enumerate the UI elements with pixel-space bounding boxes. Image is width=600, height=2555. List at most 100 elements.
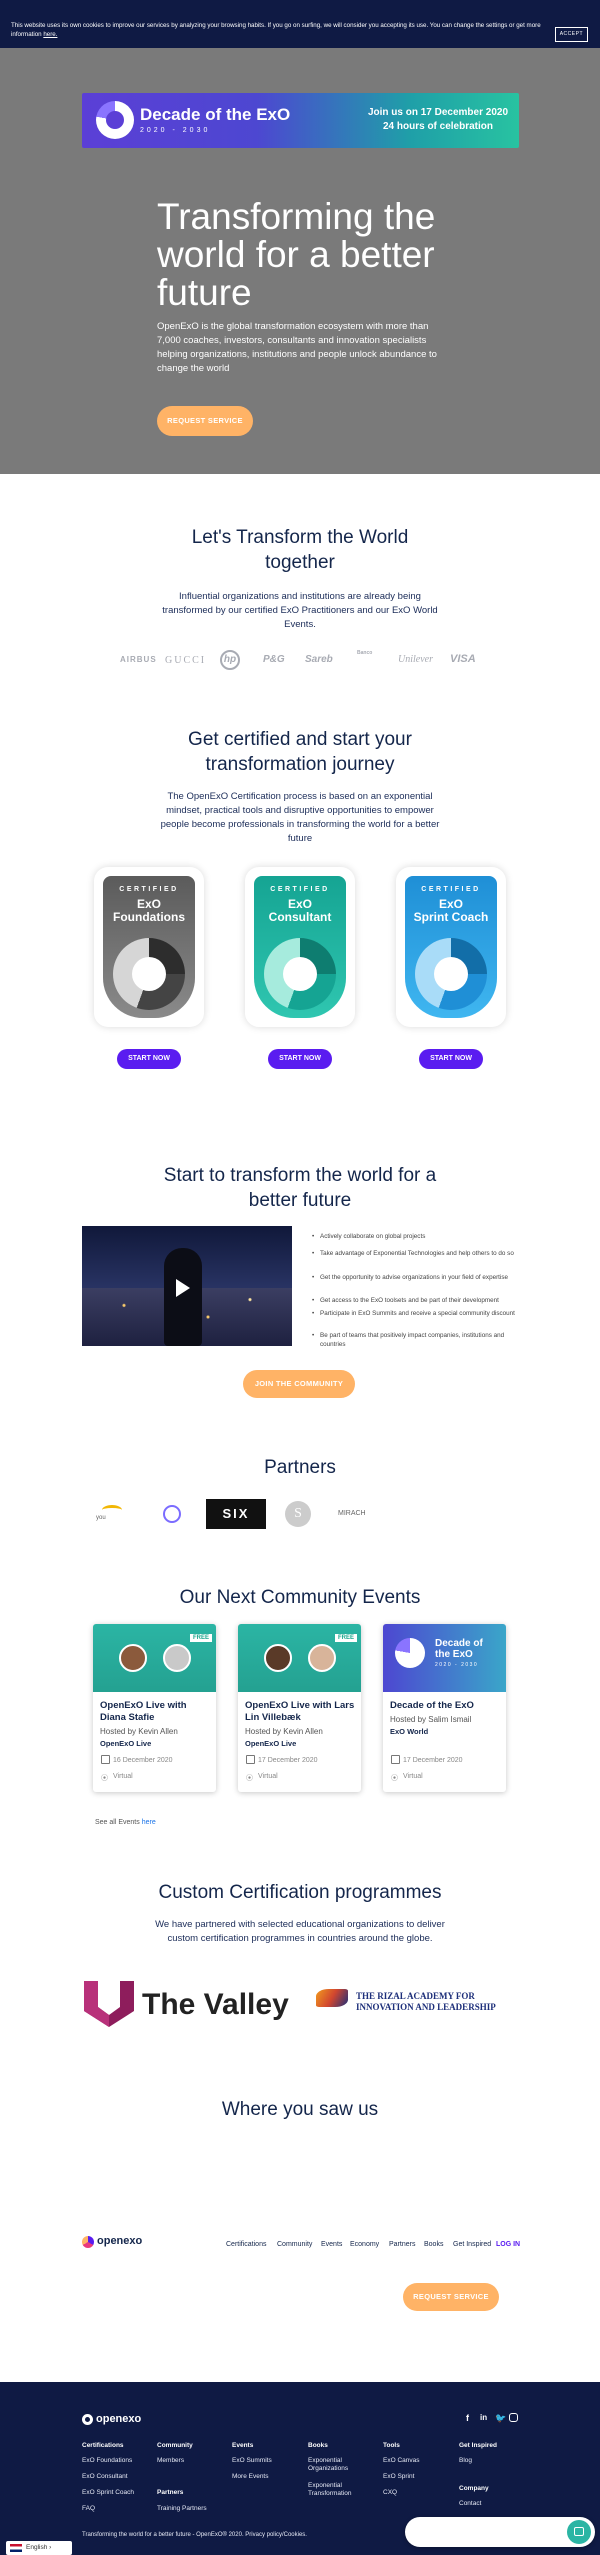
start-now-foundations-button[interactable]: START NOW [117,1049,181,1069]
footer-col-head: Certifications [82,2442,124,2449]
hero-request-service-button[interactable]: REQUEST SERVICE [157,406,253,436]
nav-certifications[interactable]: Certifications [226,2241,266,2248]
footer-link[interactable]: Training Partners [157,2505,207,2512]
cookie-more-link[interactable]: here. [43,31,57,38]
seen-title: Where you saw us [221,2099,379,2120]
transform-title-line1: Let's Transform the World [191,527,409,548]
facebook-icon[interactable]: f [466,2413,469,2423]
event-org: ExO World [390,1727,429,1736]
event-location: Virtual [403,1773,423,1780]
community-bullet: Take advantage of Exponential Technologi… [312,1249,520,1258]
client-logo: AIRBUS [120,655,157,664]
footer-col-head: Tools [383,2442,400,2449]
event-host: Hosted by Kevin Allen [100,1727,178,1736]
client-logo: GUCCI [165,655,207,666]
start-now-sprint-coach-button[interactable]: START NOW [419,1049,483,1069]
event-card[interactable]: Decade of the ExO 2020 - 2030 Decade of … [383,1624,506,1792]
partner-logo[interactable] [163,1505,181,1523]
decade-banner[interactable]: Decade of the ExO 2020 - 2030 Join us on… [82,93,519,148]
certified-title-line1: Get certified and start your [188,729,412,750]
cookie-accept-button[interactable]: ACCEPT [554,27,588,42]
badge-sprint-coach[interactable]: CERTIFIED ExO Sprint Coach [396,867,506,1027]
footer-link[interactable]: Exponential Organizations [308,2457,368,2473]
community-bullet: Get access to the ExO toolsets and be pa… [312,1296,520,1305]
location-icon: ⦿ [391,1775,398,1782]
banner-hours: 24 hours of celebration [382,121,494,132]
nav-economy[interactable]: Economy [350,2241,379,2248]
see-all-events-link[interactable]: here [142,1819,156,1826]
nav-request-service-button[interactable]: REQUEST SERVICE [403,2283,499,2311]
badge-foundations[interactable]: CERTIFIED ExO Foundations [94,867,204,1027]
location-icon: ⦿ [246,1775,253,1782]
footer-col-head: Events [232,2442,254,2449]
transform-text: Influential organizations and institutio… [162,591,438,630]
calendar-icon [101,1755,110,1764]
openexo-logo-icon[interactable] [82,2236,94,2248]
event-title: OpenExO Live with Diana Stafie [100,1700,187,1723]
community-video[interactable] [82,1226,292,1346]
partner-logo[interactable]: SIX [206,1499,266,1529]
openexo-logo-icon [82,2414,93,2425]
footer-link[interactable]: Exponential Transformation [308,2482,368,2498]
community-bullet: Participate in ExO Summits and receive a… [312,1309,520,1318]
avatar [119,1644,147,1672]
footer-link[interactable]: ExO Sprint Coach [82,2489,134,2496]
twitter-icon[interactable]: 🐦 [495,2413,506,2424]
footer-link[interactable]: More Events [232,2473,269,2480]
nav-login[interactable]: LOG IN [496,2241,520,2248]
footer-link[interactable]: ExO Foundations [82,2457,132,2464]
partner-logo[interactable]: S [285,1501,311,1527]
badge-name: ExO Sprint Coach [413,897,489,924]
partners-title: Partners [264,1457,336,1478]
footer-link[interactable]: ExO Summits [232,2457,272,2464]
rizal-name-line1: THE RIZAL ACADEMY FOR [356,1991,475,2001]
linkedin-icon[interactable]: in [480,2413,487,2422]
play-icon[interactable] [176,1279,190,1297]
partner-logo[interactable]: MIRACH [338,1510,366,1517]
calendar-icon [391,1755,400,1764]
exo-ring-logo-icon [395,1638,425,1668]
start-now-consultant-button[interactable]: START NOW [268,1049,332,1069]
nav-books[interactable]: Books [424,2241,443,2248]
event-title: Decade of the ExO [390,1700,474,1711]
nav-partners[interactable]: Partners [389,2241,415,2248]
footer-link[interactable]: ExO Consultant [82,2473,128,2480]
chat-icon[interactable] [567,2520,591,2544]
badge-consultant[interactable]: CERTIFIED ExO Consultant [245,867,355,1027]
footer-col-head: Company [459,2485,489,2492]
event-date: 17 December 2020 [403,1757,463,1764]
event-date: 17 December 2020 [258,1757,318,1764]
nav-community[interactable]: Community [277,2241,312,2248]
footer-link[interactable]: CXQ [383,2489,397,2496]
event-date: 16 December 2020 [113,1757,173,1764]
badge-name: ExO Consultant [268,897,332,924]
community-bullet: Get the opportunity to advise organizati… [312,1273,520,1282]
event-card[interactable]: FREE OpenExO Live with Diana Stafie Host… [93,1624,216,1792]
footer-link[interactable]: Members [157,2457,184,2464]
footer-link[interactable]: FAQ [82,2505,95,2512]
location-icon: ⦿ [101,1775,108,1782]
footer-col-head: Partners [157,2489,184,2496]
avatar [163,1644,191,1672]
chat-widget[interactable] [405,2517,595,2547]
language-selector[interactable]: English › [6,2541,72,2555]
footer-col-head: Get Inspired [459,2442,497,2449]
footer-link[interactable]: Blog [459,2457,472,2464]
nav-get-inspired[interactable]: Get Inspired [453,2241,491,2248]
join-community-button[interactable]: JOIN THE COMMUNITY [243,1370,355,1398]
partner-logo[interactable]: you [96,1505,130,1525]
nav-events[interactable]: Events [321,2241,342,2248]
avatar [308,1644,336,1672]
footer-link[interactable]: Contact [459,2500,481,2507]
instagram-icon[interactable] [509,2413,518,2422]
banner-join: Join us on 17 December 2020 [367,107,509,118]
uk-flag-icon [10,2544,22,2552]
certified-text: The OpenExO Certification process is bas… [160,791,440,844]
banner-title: Decade of the ExO [140,105,291,124]
footer-link[interactable]: ExO Sprint [383,2473,414,2480]
nav-brand[interactable]: openexo [97,2235,142,2247]
footer-copyright: Transforming the world for a better futu… [82,2532,307,2538]
transform-title-line2: together [265,552,335,573]
event-card[interactable]: FREE OpenExO Live with Lars Lin Villebæk… [238,1624,361,1792]
footer-link[interactable]: ExO Canvas [383,2457,420,2464]
